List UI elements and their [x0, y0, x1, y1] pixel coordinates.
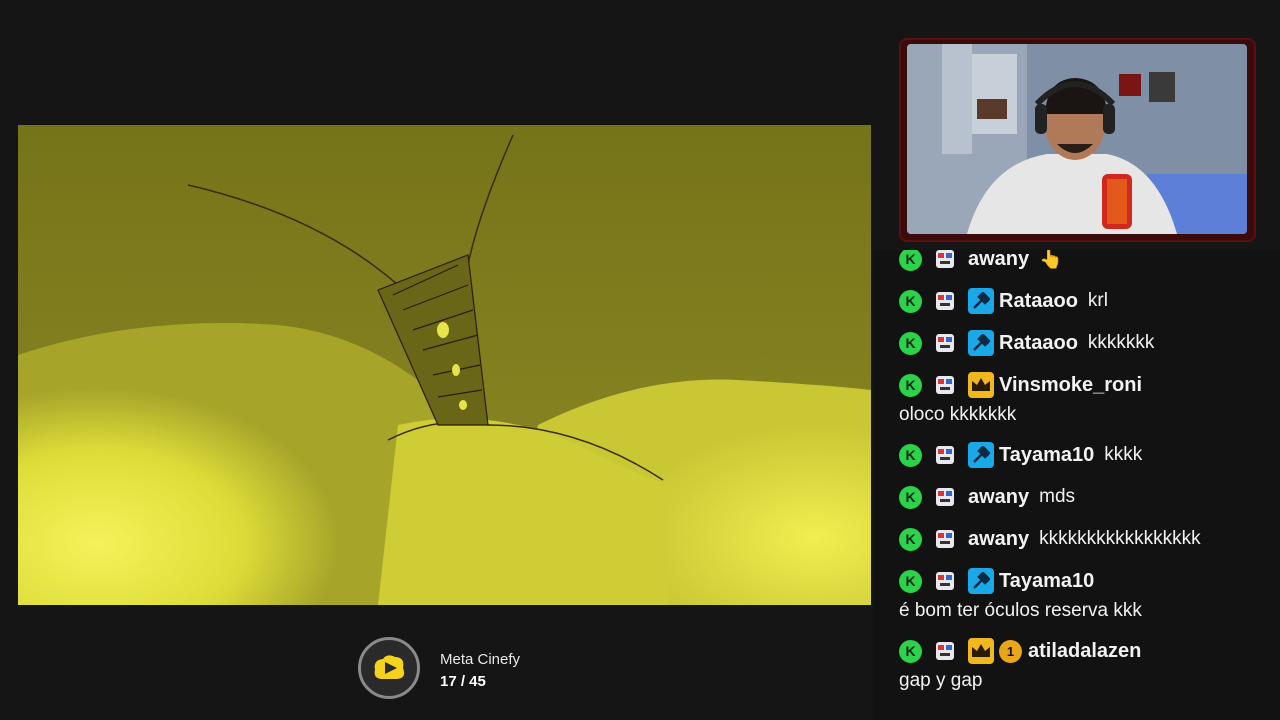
k-badge-icon: K: [899, 289, 922, 313]
k-badge-icon: K: [899, 443, 922, 467]
chat-username[interactable]: awany: [968, 250, 1029, 271]
k-badge-icon: K: [899, 331, 922, 355]
chat-text: gap y gap: [899, 670, 983, 691]
chat-text: kkkkkkk: [1087, 332, 1155, 353]
chat-text: é bom ter óculos reserva kkk: [899, 600, 1142, 621]
chat-message: K Tayama10 é bom ter óculos reserva kkk: [899, 560, 1280, 630]
chat-message: K Rataaoo krl: [899, 280, 1280, 322]
chat-message: K awany mds: [899, 476, 1280, 518]
chat-text: mds: [1039, 486, 1076, 507]
k-badge-icon: K: [899, 373, 922, 397]
chat-username[interactable]: awany: [968, 486, 1029, 509]
chat-username[interactable]: Vinsmoke_roni: [999, 374, 1142, 397]
chat-username[interactable]: Tayama10: [999, 444, 1094, 467]
mod-sword-icon: [968, 568, 994, 594]
face-badge-icon: [936, 488, 954, 506]
chat-message: K Tayama10 kkkk: [899, 434, 1280, 476]
chat-message: K Vinsmoke_roni oloco kkkkkkk: [899, 364, 1280, 434]
webcam-feed: [907, 44, 1247, 234]
cinefy-logo-icon: [358, 637, 420, 699]
face-badge-icon: [936, 292, 954, 310]
chat-username[interactable]: Rataaoo: [999, 332, 1078, 355]
chat-panel[interactable]: K awany 👆 K Rataaoo krl K Rataaoo kkkkkk: [873, 250, 1280, 720]
chat-text: kkkkkkkkkkkkkkkkk: [1039, 528, 1201, 549]
chat-message: K Rataaoo kkkkkkk: [899, 322, 1280, 364]
chat-username[interactable]: awany: [968, 528, 1029, 551]
video-player[interactable]: [18, 125, 871, 605]
face-badge-icon: [936, 642, 954, 660]
chat-username[interactable]: Rataaoo: [999, 290, 1078, 313]
video-frame-image: [18, 125, 871, 605]
chat-text: krl: [1087, 290, 1108, 311]
face-badge-icon: [936, 530, 954, 548]
mod-sword-icon: [968, 330, 994, 356]
chat-username[interactable]: Tayama10: [999, 570, 1094, 593]
k-badge-icon: K: [899, 485, 922, 509]
chat-message: K 1 atiladalazen gap y gap: [899, 630, 1280, 700]
chat-username[interactable]: atiladalazen: [1028, 640, 1141, 663]
chat-message: K awany 👆: [899, 250, 1280, 280]
face-badge-icon: [936, 250, 954, 268]
face-badge-icon: [936, 334, 954, 352]
chat-text: kkkk: [1104, 444, 1143, 465]
chat-message: K awany kkkkkkkkkkkkkkkkk: [899, 518, 1280, 560]
k-badge-icon: K: [899, 527, 922, 551]
goal-progress: 17 / 45: [440, 673, 486, 690]
crown-icon: [968, 638, 994, 664]
mod-sword-icon: [968, 288, 994, 314]
chat-message-list: K awany 👆 K Rataaoo krl K Rataaoo kkkkkk: [899, 250, 1280, 700]
crown-icon: [968, 372, 994, 398]
k-badge-icon: K: [899, 250, 922, 271]
face-badge-icon: [936, 446, 954, 464]
chat-text: 👆: [1039, 250, 1063, 270]
chat-text: oloco kkkkkkk: [899, 404, 1017, 425]
tier-badge: 1: [999, 639, 1022, 663]
face-badge-icon: [936, 572, 954, 590]
k-badge-icon: K: [899, 569, 922, 593]
goal-widget: Meta Cinefy 17 / 45: [358, 637, 618, 703]
k-badge-icon: K: [899, 639, 922, 663]
face-badge-icon: [936, 376, 954, 394]
goal-title: Meta Cinefy: [440, 651, 521, 668]
mod-sword-icon: [968, 442, 994, 468]
